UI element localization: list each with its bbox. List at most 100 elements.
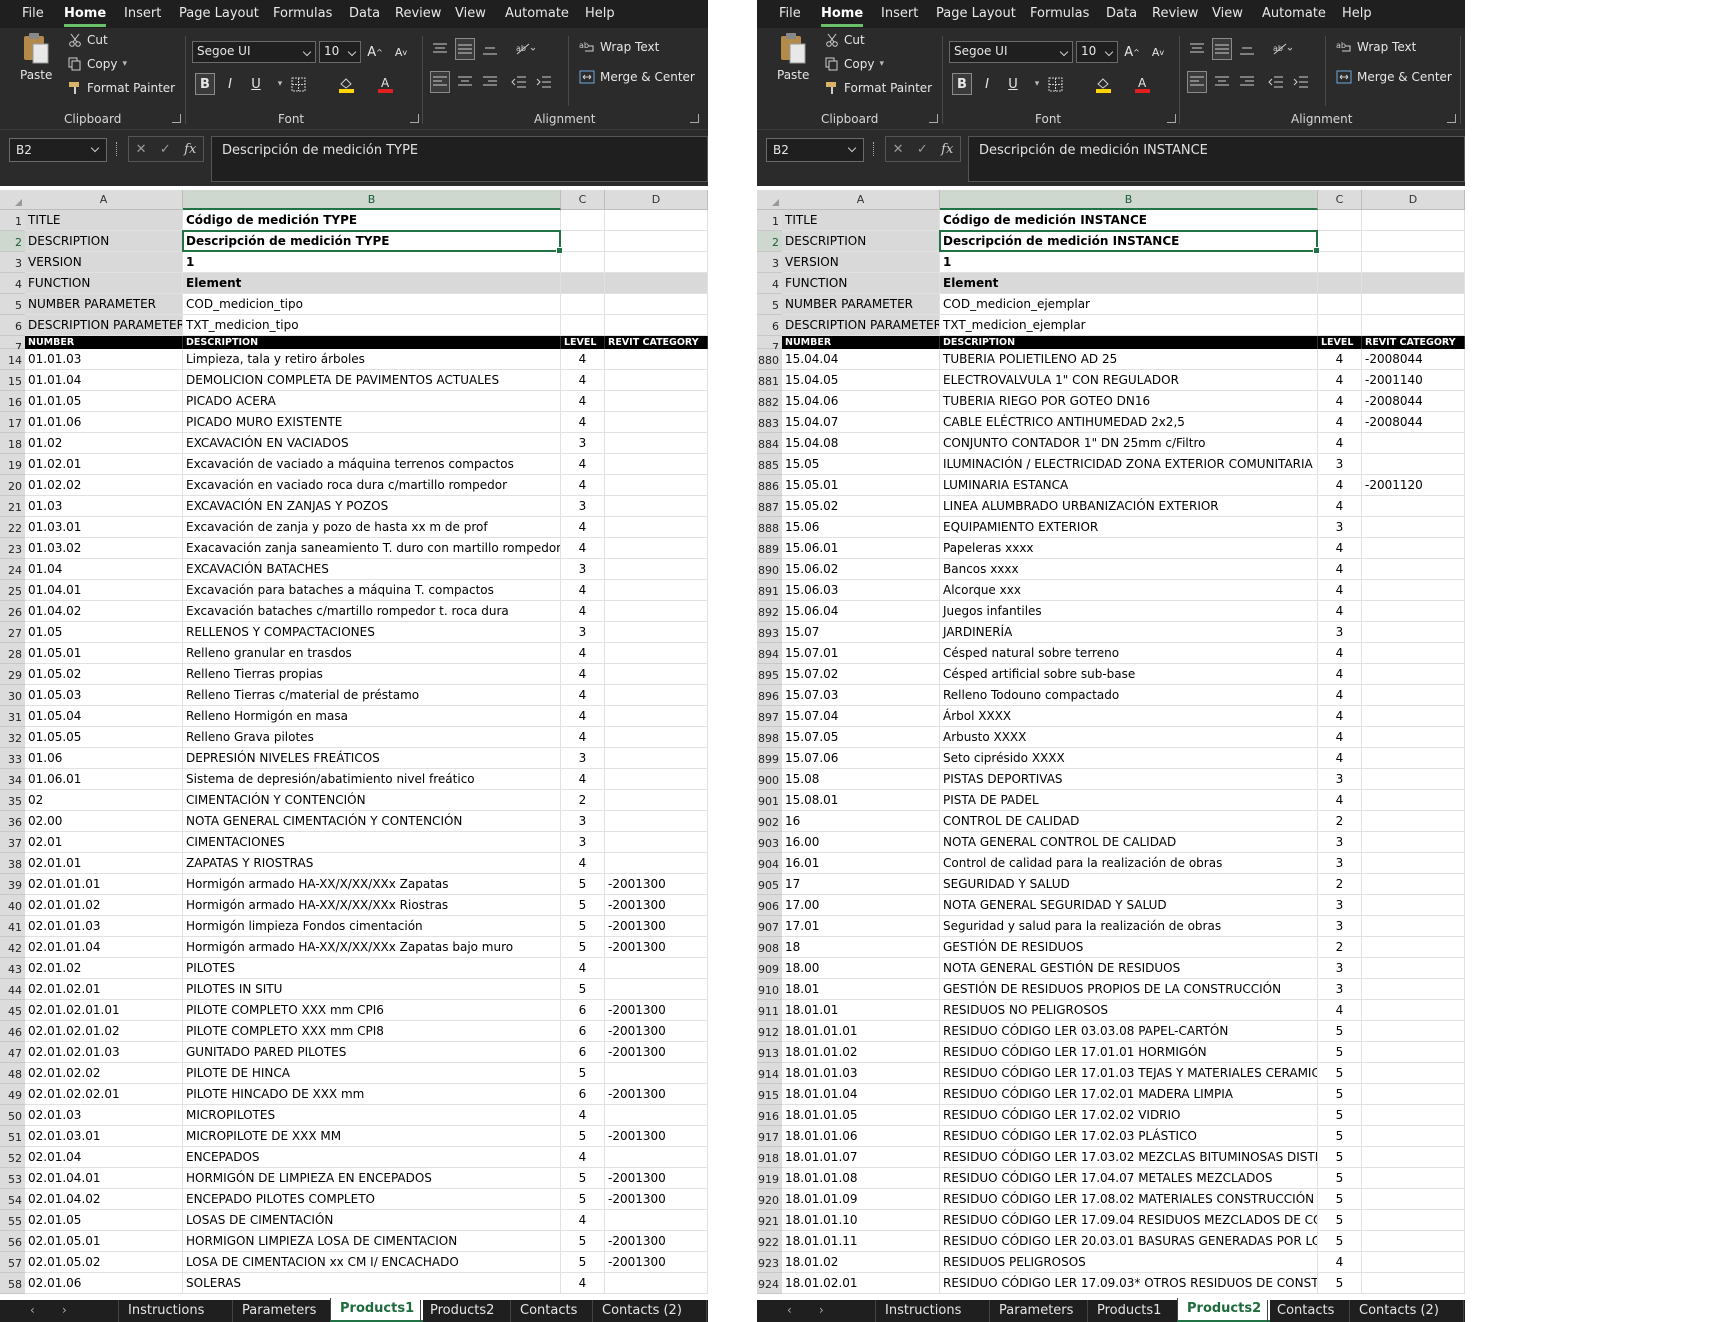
revit-category-cell[interactable]: -2001300 xyxy=(605,1042,708,1063)
revit-category-cell[interactable]: -2008044 xyxy=(1362,391,1465,412)
level-cell[interactable]: 3 xyxy=(1318,958,1362,979)
level-cell[interactable]: 3 xyxy=(1318,979,1362,1000)
number-cell[interactable]: 18.01.01.03 xyxy=(782,1063,940,1084)
row-number[interactable]: 27 xyxy=(0,622,25,643)
description-cell[interactable]: NOTA GENERAL SEGURIDAD Y SALUD xyxy=(940,895,1318,916)
number-cell[interactable]: 02.01.06 xyxy=(25,1273,183,1294)
row-number[interactable]: 7 xyxy=(757,336,782,354)
empty-cell[interactable] xyxy=(561,210,605,231)
level-cell[interactable]: 5 xyxy=(561,1168,605,1189)
number-cell[interactable]: 02.01.01.03 xyxy=(25,916,183,937)
number-cell[interactable]: 02.01.02.02.01 xyxy=(25,1084,183,1105)
description-cell[interactable]: CABLE ELÉCTRICO ANTIHUMEDAD 2x2,5 xyxy=(940,412,1318,433)
sheet-tab-products1[interactable]: Products1 xyxy=(330,1298,424,1322)
row-number[interactable]: 915 xyxy=(757,1084,782,1105)
level-cell[interactable]: 4 xyxy=(561,1147,605,1168)
number-cell[interactable]: 02.00 xyxy=(25,811,183,832)
row-number[interactable]: 58 xyxy=(0,1273,25,1294)
row-number[interactable]: 880 xyxy=(757,349,782,370)
name-box[interactable]: B2 xyxy=(766,138,864,162)
number-cell[interactable]: 18.01.01.05 xyxy=(782,1105,940,1126)
sheet-tab-parameters[interactable]: Parameters xyxy=(232,1300,325,1322)
level-cell[interactable]: 3 xyxy=(1318,769,1362,790)
decrease-font-icon[interactable]: Av xyxy=(1148,41,1168,63)
revit-category-cell[interactable] xyxy=(605,1210,708,1231)
empty-cell[interactable] xyxy=(1362,210,1465,231)
row-number[interactable]: 890 xyxy=(757,559,782,580)
description-cell[interactable]: RESIDUO CÓDIGO LER 03.03.08 PAPEL-CARTÓN xyxy=(940,1021,1318,1042)
number-cell[interactable]: 15.07 xyxy=(782,622,940,643)
font-color-icon[interactable]: A xyxy=(1132,73,1152,95)
number-cell[interactable]: 15.06.03 xyxy=(782,580,940,601)
revit-category-cell[interactable]: -2001300 xyxy=(605,874,708,895)
description-cell[interactable]: RESIDUO CÓDIGO LER 17.09.04 RESIDUOS MEZ… xyxy=(940,1210,1318,1231)
row-number[interactable]: 7 xyxy=(0,336,25,354)
level-cell[interactable]: 4 xyxy=(561,958,605,979)
description-cell[interactable]: EXCAVACIÓN BATACHES xyxy=(183,559,561,580)
revit-category-cell[interactable]: -2001300 xyxy=(605,895,708,916)
level-cell[interactable]: 4 xyxy=(561,727,605,748)
alignment-launcher-icon[interactable] xyxy=(690,114,699,123)
description-cell[interactable]: PISTA DE PADEL xyxy=(940,790,1318,811)
row-number[interactable]: 913 xyxy=(757,1042,782,1063)
increase-indent-icon[interactable] xyxy=(1291,71,1311,93)
row-number[interactable]: 901 xyxy=(757,790,782,811)
description-cell[interactable]: Césped natural sobre terreno xyxy=(940,643,1318,664)
number-cell[interactable]: 01.05 xyxy=(25,622,183,643)
number-cell[interactable]: 01.01.05 xyxy=(25,391,183,412)
menu-insert[interactable]: Insert xyxy=(124,6,161,21)
number-cell[interactable]: 15.04.07 xyxy=(782,412,940,433)
align-right-icon[interactable] xyxy=(1237,71,1257,93)
revit-category-cell[interactable] xyxy=(1362,853,1465,874)
row-number[interactable]: 50 xyxy=(0,1105,25,1126)
level-cell[interactable]: 5 xyxy=(1318,1231,1362,1252)
revit-category-cell[interactable] xyxy=(1362,895,1465,916)
revit-category-cell[interactable]: -2001300 xyxy=(605,916,708,937)
description-cell[interactable]: Relleno Hormigón en masa xyxy=(183,706,561,727)
description-cell[interactable]: ZAPATAS Y RIOSTRAS xyxy=(183,853,561,874)
description-cell[interactable]: Excavación bataches c/martillo rompedor … xyxy=(183,601,561,622)
description-cell[interactable]: Alcorque xxx xyxy=(940,580,1318,601)
revit-category-cell[interactable] xyxy=(605,496,708,517)
level-cell[interactable]: 2 xyxy=(1318,937,1362,958)
level-cell[interactable]: 4 xyxy=(1318,559,1362,580)
number-cell[interactable]: 18.01.01.02 xyxy=(782,1042,940,1063)
number-cell[interactable]: 02.01.04 xyxy=(25,1147,183,1168)
meta-value-cell[interactable]: Element xyxy=(183,273,561,294)
revit-category-cell[interactable] xyxy=(1362,769,1465,790)
sheet-tab-faci[interactable]: Faci xyxy=(706,1300,708,1322)
number-cell[interactable]: 15.06.04 xyxy=(782,601,940,622)
level-cell[interactable]: 5 xyxy=(1318,1084,1362,1105)
level-cell[interactable]: 3 xyxy=(1318,622,1362,643)
row-number[interactable]: 903 xyxy=(757,832,782,853)
row-number[interactable]: 45 xyxy=(0,1000,25,1021)
format-painter-button[interactable]: Format Painter xyxy=(68,81,175,95)
revit-category-cell[interactable] xyxy=(605,727,708,748)
meta-value-cell[interactable]: TXT_medicion_ejemplar xyxy=(940,315,1318,336)
bold-button[interactable]: B xyxy=(195,73,215,95)
meta-label-cell[interactable]: FUNCTION xyxy=(25,273,183,294)
description-cell[interactable]: JARDINERÍA xyxy=(940,622,1318,643)
level-cell[interactable]: 3 xyxy=(561,832,605,853)
column-header-b[interactable]: B xyxy=(183,190,561,210)
level-cell[interactable]: 5 xyxy=(1318,1210,1362,1231)
revit-category-cell[interactable] xyxy=(1362,664,1465,685)
level-cell[interactable]: 3 xyxy=(561,496,605,517)
row-number[interactable]: 21 xyxy=(0,496,25,517)
merge-center-button[interactable]: Merge & Center ▾ xyxy=(1336,70,1465,84)
chevron-down-icon[interactable]: ▾ xyxy=(1027,73,1047,95)
revit-category-cell[interactable] xyxy=(605,538,708,559)
revit-category-cell[interactable] xyxy=(605,412,708,433)
revit-category-cell[interactable] xyxy=(1362,748,1465,769)
increase-font-icon[interactable]: A ^ xyxy=(365,41,385,63)
level-cell[interactable]: 4 xyxy=(1318,538,1362,559)
description-cell[interactable]: Hormigón armado HA-XX/X/XX/XXx Zapatas b… xyxy=(183,937,561,958)
revit-category-cell[interactable]: -2001300 xyxy=(605,1252,708,1273)
revit-category-cell[interactable] xyxy=(1362,1168,1465,1189)
number-cell[interactable]: 15.06 xyxy=(782,517,940,538)
empty-cell[interactable] xyxy=(1318,210,1362,231)
number-cell[interactable]: 18.01.01.09 xyxy=(782,1189,940,1210)
number-cell[interactable]: 18.00 xyxy=(782,958,940,979)
level-cell[interactable]: 4 xyxy=(561,664,605,685)
row-number[interactable]: 35 xyxy=(0,790,25,811)
